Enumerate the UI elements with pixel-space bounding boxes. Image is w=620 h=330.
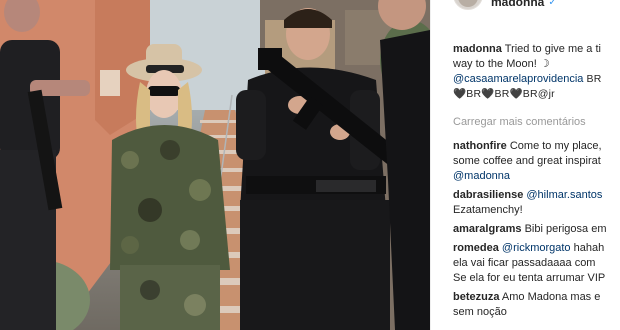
caption-line-3: @casaamarelaprovidencia BR <box>453 72 620 87</box>
caption-line-2: way to the Moon! ☽ <box>453 58 550 70</box>
author-username[interactable]: madonna <box>491 0 544 10</box>
comment-username[interactable]: romedea <box>453 242 499 254</box>
comment-text: sem noção <box>453 306 507 318</box>
comment-username[interactable]: nathonfire <box>453 140 507 152</box>
comment-item: romedea @rickmorgato hahah ela vai ficar… <box>453 241 620 286</box>
comment-mention[interactable]: @madonna <box>453 169 620 184</box>
comment-list: nathonfire Come to my place, some coffee… <box>453 139 620 324</box>
comment-username[interactable]: amaralgrams <box>453 223 522 235</box>
comment-text: Ezatamenchy! <box>453 204 523 216</box>
verified-badge-icon: ✓ <box>548 0 557 8</box>
post-photo[interactable] <box>0 0 430 330</box>
caption-mention[interactable]: @casaamarelaprovidencia <box>453 73 583 85</box>
comment-mention[interactable]: @hilmar.santos <box>526 189 602 201</box>
comment-mention[interactable]: @rickmorgato <box>502 242 571 254</box>
caption-text-1: Tried to give me a ti <box>504 43 601 55</box>
comment-item: nathonfire Come to my place, some coffee… <box>453 139 620 184</box>
comment-text: Bibi perigosa em <box>524 223 607 235</box>
author-avatar[interactable] <box>453 0 483 10</box>
comment-text: some coffee and great inspirat <box>453 155 601 167</box>
left-window <box>100 70 120 96</box>
comment-item: betezuza Amo Madona mas e sem noção <box>453 290 620 320</box>
caption-tags: 🖤BR🖤BR🖤BR@jr <box>453 88 555 100</box>
post-header: madonna ✓ <box>453 0 557 12</box>
comment-text: Se ela for eu tenta arrumar VIP <box>453 272 606 284</box>
comments-panel: madonna ✓ madonna Tried to give me a ti … <box>430 0 620 330</box>
caption-line-1: madonna Tried to give me a ti <box>453 42 620 57</box>
caption-username[interactable]: madonna <box>453 43 502 55</box>
comment-text: Come to my place, <box>509 140 602 152</box>
comment-text: hahah <box>570 242 605 254</box>
comment-text: ela vai ficar passadaaaa com <box>453 257 596 269</box>
comment-username[interactable]: dabrasiliense <box>453 189 523 201</box>
comment-item: amaralgrams Bibi perigosa em <box>453 222 620 237</box>
photo-illustration <box>0 0 430 330</box>
load-more-comments-link[interactable]: Carregar mais comentários <box>453 115 586 130</box>
comment-username[interactable]: betezuza <box>453 291 499 303</box>
comment-item: dabrasiliense @hilmar.santos Ezatamenchy… <box>453 188 620 218</box>
caption-mention-suffix: BR <box>583 73 602 85</box>
comment-text: Amo Madona mas e <box>501 291 601 303</box>
post-caption: madonna Tried to give me a ti way to the… <box>453 42 620 102</box>
